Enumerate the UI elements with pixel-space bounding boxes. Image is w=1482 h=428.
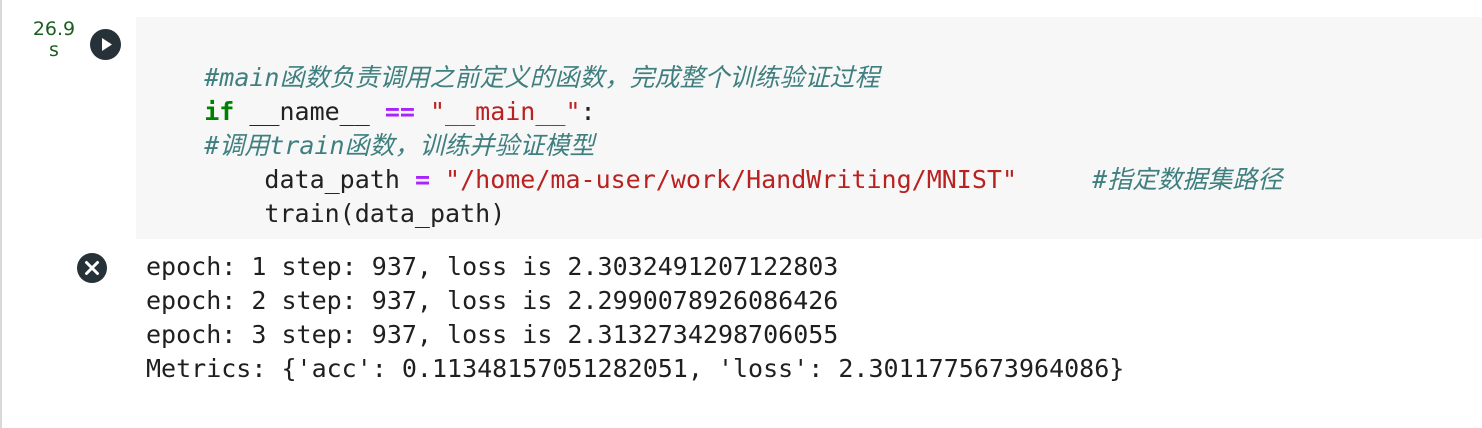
code-text: train(data_path): [204, 199, 506, 228]
output-line: Metrics: {'acc': 0.11348157051282051, 'l…: [146, 354, 1125, 383]
code-editor[interactable]: #main函数负责调用之前定义的函数，完成整个训练验证过程 if __name_…: [136, 17, 1482, 239]
output-line: epoch: 2 step: 937, loss is 2.2990078926…: [146, 286, 839, 315]
run-cell-button[interactable]: [90, 29, 121, 60]
cell-output: epoch: 1 step: 937, loss is 2.3032491207…: [146, 250, 1466, 386]
output-line: epoch: 1 step: 937, loss is 2.3032491207…: [146, 252, 839, 281]
error-x-circle-icon[interactable]: [77, 253, 107, 283]
close-x-icon: [85, 261, 99, 275]
execution-time: 26.9 s: [32, 18, 76, 61]
code-comment: #指定数据集路径: [1092, 165, 1283, 194]
cell-left-border: [0, 0, 2, 428]
play-icon: [102, 38, 112, 51]
code-string: "/home/ma-user/work/HandWriting/MNIST": [430, 165, 1017, 194]
code-spacing: [1017, 165, 1092, 194]
output-line: epoch: 3 step: 937, loss is 2.3132734298…: [146, 320, 839, 349]
